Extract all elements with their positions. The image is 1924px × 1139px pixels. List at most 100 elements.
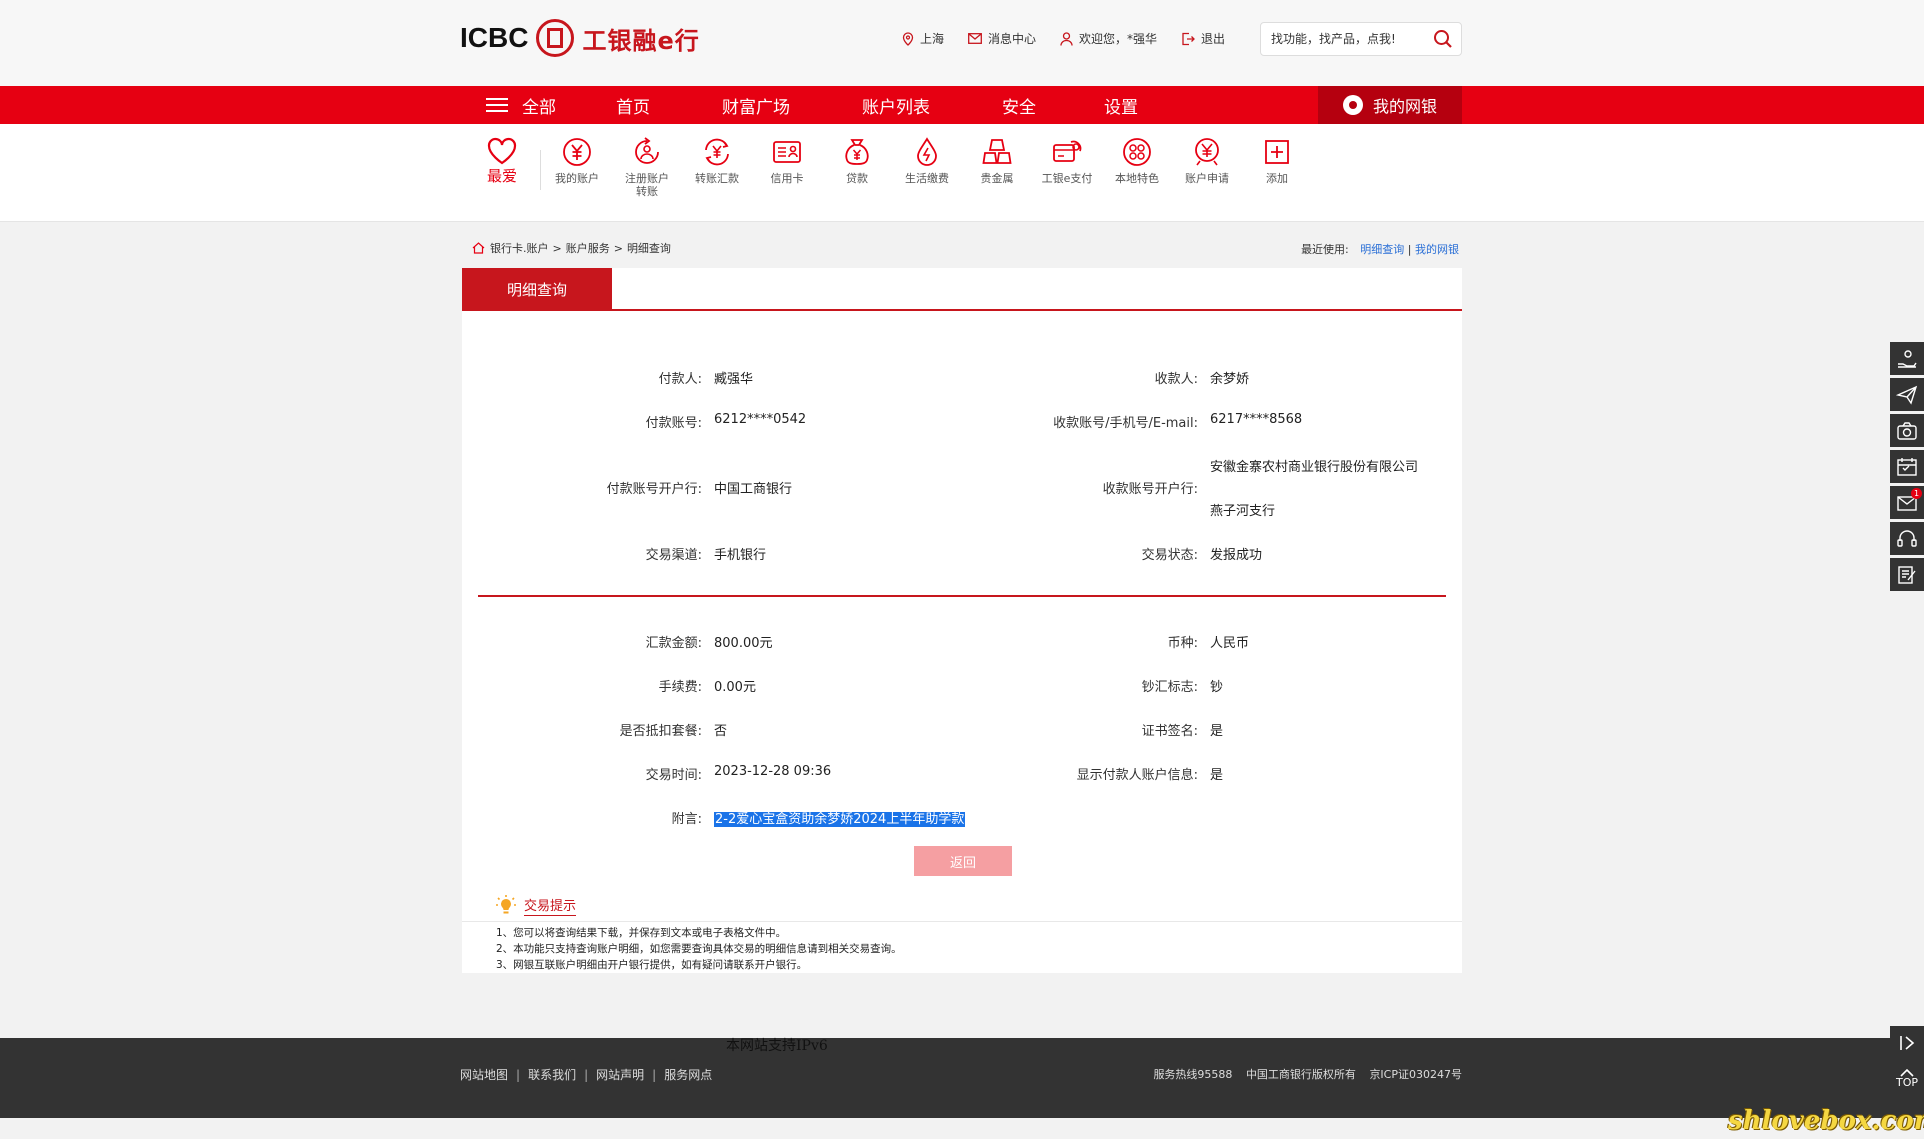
tab-underline	[462, 309, 1462, 311]
logo-text-cn: 工银融e行	[582, 26, 700, 55]
user-icon	[1060, 31, 1073, 46]
collapse-toolbar-button[interactable]	[1890, 1026, 1924, 1059]
back-to-top-button[interactable]: TOP	[1890, 1062, 1924, 1095]
icbc-logo[interactable]: ICBC 工银融e行	[460, 19, 700, 57]
tip-item: 1、您可以将查询结果下载，并保存到文本或电子表格文件中。	[496, 927, 787, 939]
location-link[interactable]: 上海	[902, 30, 944, 47]
float-service-button[interactable]	[1890, 342, 1924, 375]
location-pin-icon	[902, 31, 914, 46]
fav-add[interactable]: 添加	[1245, 136, 1309, 185]
fav-credit-card-label: 信用卡	[770, 172, 804, 185]
payee-value: 余梦娇	[1210, 372, 1250, 387]
tips-divider	[462, 921, 1462, 922]
money-bag-icon	[1342, 95, 1363, 115]
memo-value: 2-2爱心宝盒资助余梦娇2024上半年助学款	[714, 808, 966, 827]
location-label: 上海	[920, 32, 945, 46]
fav-utilities-label: 生活缴费	[905, 172, 949, 185]
fee-label: 手续费:	[658, 680, 702, 695]
section-divider	[478, 595, 1446, 597]
nav-all[interactable]: 全部	[486, 93, 556, 118]
fav-local-features-label: 本地特色	[1115, 172, 1159, 185]
top-links: 上海 消息中心 欢迎您，*强华 退出	[902, 30, 1249, 47]
loan-bag-icon	[845, 139, 869, 165]
payee-bank-label: 收款账号开户行:	[1102, 482, 1198, 497]
recent-link-my-bank[interactable]: 我的网银	[1415, 243, 1459, 256]
payer-bank-value: 中国工商银行	[714, 482, 793, 497]
float-calendar-button[interactable]	[1890, 450, 1924, 483]
return-button[interactable]: 返回	[914, 846, 1012, 876]
my-bank-button[interactable]: 我的网银	[1318, 86, 1462, 124]
tip-item: 3、网银互联账户明细由开户银行提供，如有疑问请联系开户银行。	[496, 959, 808, 971]
user-welcome[interactable]: 欢迎您，*强华	[1060, 30, 1157, 47]
cash-flag-value: 钞	[1210, 680, 1224, 695]
heart-icon	[487, 137, 517, 165]
fav-utilities[interactable]: 生活缴费	[895, 136, 959, 185]
logout-link[interactable]: 退出	[1181, 30, 1225, 47]
status-label: 交易状态:	[1141, 548, 1198, 563]
amount-label: 汇款金额:	[645, 636, 702, 651]
fav-loan[interactable]: 贷款	[825, 136, 889, 185]
nav-security[interactable]: 安全	[1002, 93, 1036, 118]
tab-detail-query[interactable]: 明细查询	[462, 268, 612, 310]
cert-value: 是	[1210, 724, 1224, 739]
fav-precious-metals[interactable]: 贵金属	[965, 136, 1029, 185]
payer-label: 付款人:	[658, 372, 702, 387]
nav-settings[interactable]: 设置	[1104, 93, 1138, 118]
fav-account-apply-label: 账户申请	[1185, 172, 1229, 185]
float-send-button[interactable]	[1890, 378, 1924, 411]
status-value: 发报成功	[1210, 548, 1263, 563]
search-box	[1260, 22, 1462, 56]
payer-account-value: 6212****0542	[714, 412, 807, 427]
channel-value: 手机银行	[714, 548, 767, 563]
nav-accounts[interactable]: 账户列表	[862, 93, 930, 118]
favorites-divider	[540, 150, 541, 190]
footer-link-outlets[interactable]: 服务网点	[664, 1068, 712, 1082]
credit-card-icon	[773, 141, 801, 163]
my-bank-label: 我的网银	[1372, 97, 1437, 116]
fav-loan-label: 贷款	[846, 172, 868, 185]
show-payer-label: 显示付款人账户信息:	[1076, 768, 1198, 783]
nav-home[interactable]: 首页	[616, 93, 650, 118]
float-mail-button[interactable]: 1	[1890, 486, 1924, 519]
search-button[interactable]	[1433, 29, 1453, 53]
collapse-arrow-icon	[1900, 1035, 1915, 1050]
add-icon	[1265, 140, 1289, 164]
favorites-main[interactable]: 最爱	[470, 136, 534, 184]
fav-credit-card[interactable]: 信用卡	[755, 136, 819, 185]
recent-link-detail-query[interactable]: 明细查询	[1360, 243, 1404, 256]
breadcrumb-account-service[interactable]: 账户服务	[566, 240, 610, 256]
float-support-button[interactable]	[1890, 522, 1924, 555]
fav-local-features[interactable]: 本地特色	[1105, 136, 1169, 185]
watermark: shlovebox.com	[1728, 1106, 1924, 1136]
float-camera-button[interactable]	[1890, 414, 1924, 447]
gold-bars-icon	[982, 139, 1012, 164]
footer-link-contact[interactable]: 联系我们	[528, 1068, 576, 1082]
package-value: 否	[714, 724, 728, 739]
messages-link[interactable]: 消息中心	[968, 30, 1036, 47]
fav-registered-transfer[interactable]: 注册账户转账	[615, 136, 679, 198]
footer-hotline: 服务热线95588	[1153, 1068, 1233, 1081]
breadcrumb-detail-query[interactable]: 明细查询	[627, 240, 671, 256]
mail-badge: 1	[1911, 488, 1922, 499]
footer-info: 服务热线95588 中国工商银行版权所有 京ICP证030247号	[1143, 1066, 1462, 1082]
account-apply-icon	[1195, 138, 1219, 166]
nav-wealth[interactable]: 财富广场	[722, 93, 790, 118]
cert-label: 证书签名:	[1141, 724, 1198, 739]
breadcrumb-card-account[interactable]: 银行卡.账户	[490, 240, 549, 256]
fav-transfer[interactable]: 转账汇款	[685, 136, 749, 185]
fav-epay[interactable]: 工银e支付	[1035, 136, 1099, 185]
payee-bank-line2: 燕子河支行	[1210, 504, 1276, 519]
nav-all-label: 全部	[522, 97, 556, 118]
logout-label: 退出	[1201, 32, 1226, 46]
payer-account-label: 付款账号:	[645, 416, 702, 431]
search-input[interactable]	[1261, 23, 1421, 55]
fav-account-apply[interactable]: 账户申请	[1175, 136, 1239, 185]
float-feedback-button[interactable]	[1890, 558, 1924, 591]
payee-account-label: 收款账号/手机号/E-mail:	[1053, 416, 1198, 431]
welcome-label: 欢迎您，*强华	[1079, 32, 1158, 46]
footer-link-statement[interactable]: 网站声明	[596, 1068, 644, 1082]
ipv6-notice: 本网站支持IPv6	[726, 1038, 828, 1054]
fav-my-account[interactable]: 我的账户	[545, 136, 609, 185]
calendar-icon	[1897, 457, 1917, 476]
footer-link-sitemap[interactable]: 网站地图	[460, 1068, 508, 1082]
